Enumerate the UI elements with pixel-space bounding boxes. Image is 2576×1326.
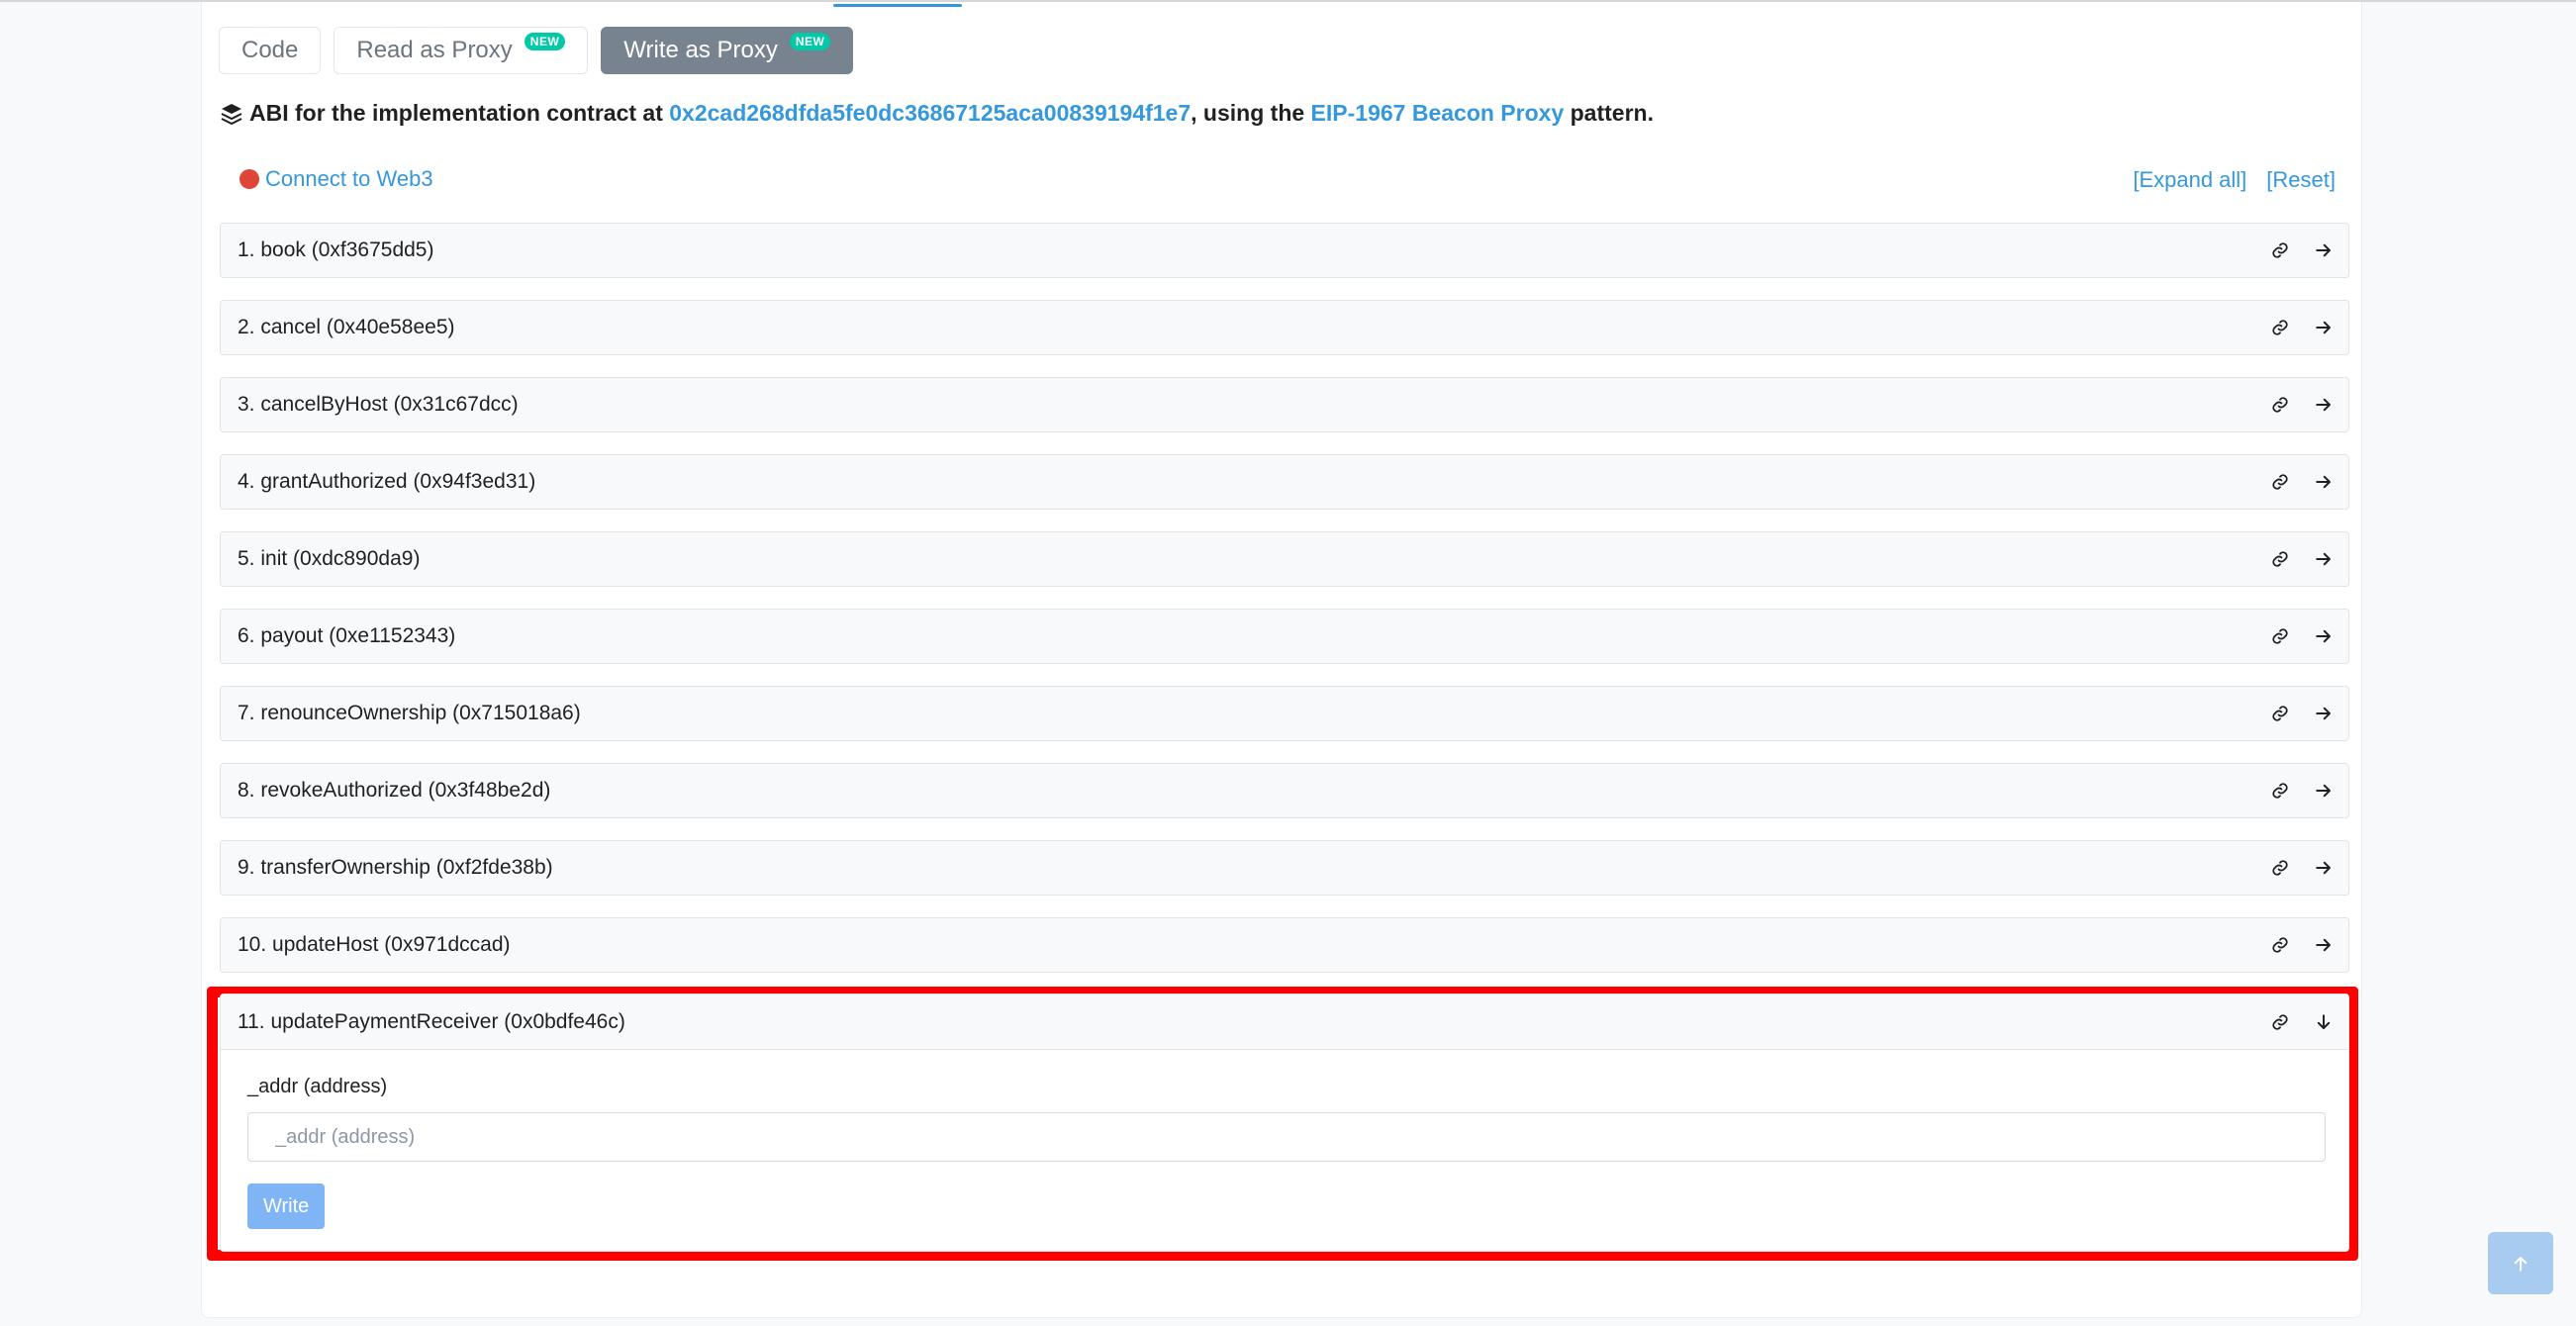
tab-write-as-proxy[interactable]: Write as Proxy NEW (601, 27, 854, 74)
link-icon[interactable] (2271, 550, 2289, 568)
proxy-pattern-link[interactable]: EIP-1967 Beacon Proxy (1311, 100, 1565, 127)
tab-read-as-proxy-label: Read as Proxy (356, 37, 513, 63)
tab-read-as-proxy[interactable]: Read as Proxy NEW (334, 27, 589, 74)
expanded-function-header[interactable]: 11. updatePaymentReceiver (0x0bdfe46c) (221, 994, 2348, 1050)
function-row[interactable]: 3. cancelByHost (0x31c67dcc) (220, 377, 2349, 432)
function-row[interactable]: 4. grantAuthorized (0x94f3ed31) (220, 454, 2349, 510)
function-row[interactable]: 2. cancel (0x40e58ee5) (220, 300, 2349, 355)
expanded-function-panel: 11. updatePaymentReceiver (0x0bdfe46c) _… (220, 994, 2349, 1252)
param-label: _addr (address) (247, 1076, 388, 1097)
link-icon[interactable] (2271, 319, 2289, 336)
implementation-address-link[interactable]: 0x2cad268dfda5fe0dc36867125aca00839194f1… (669, 100, 1191, 127)
arrow-right-icon[interactable] (2315, 859, 2333, 877)
arrow-right-icon[interactable] (2315, 705, 2333, 722)
function-name: 11. updatePaymentReceiver (0x0bdfe46c) (238, 1009, 625, 1033)
arrow-right-icon[interactable] (2315, 396, 2333, 414)
function-row[interactable]: 1. book (0xf3675dd5) (220, 223, 2349, 278)
function-name: 2. cancel (0x40e58ee5) (238, 316, 455, 338)
list-controls: [Expand all] [Reset] (2133, 167, 2336, 193)
function-name: 6. payout (0xe1152343) (238, 624, 456, 647)
tab-write-as-proxy-label: Write as Proxy (623, 37, 778, 63)
reset-link[interactable]: [Reset] (2266, 167, 2336, 193)
arrow-right-icon[interactable] (2315, 627, 2333, 645)
link-icon[interactable] (2271, 241, 2289, 259)
link-icon[interactable] (2271, 782, 2289, 800)
function-row[interactable]: 8. revokeAuthorized (0x3f48be2d) (220, 763, 2349, 818)
contract-tabs: Code Read as Proxy NEW Write as Proxy NE… (219, 27, 854, 74)
tab-code[interactable]: Code (219, 27, 322, 74)
arrow-right-icon[interactable] (2315, 319, 2333, 336)
link-icon[interactable] (2271, 473, 2289, 491)
link-icon[interactable] (2271, 396, 2289, 414)
link-icon[interactable] (2271, 705, 2289, 722)
new-badge: NEW (524, 33, 566, 50)
function-name: 1. book (0xf3675dd5) (238, 238, 434, 261)
abi-prefix: ABI for the implementation contract at (249, 100, 670, 126)
function-row[interactable]: 7. renounceOwnership (0x715018a6) (220, 686, 2349, 741)
function-form: _addr (address) Write (221, 1050, 2348, 1229)
arrow-right-icon[interactable] (2315, 241, 2333, 259)
link-icon[interactable] (2271, 936, 2289, 954)
arrow-right-icon[interactable] (2315, 936, 2333, 954)
abi-middle: , using the (1191, 100, 1311, 126)
abi-suffix: pattern. (1564, 100, 1654, 126)
new-badge: NEW (789, 33, 831, 50)
tab-code-label: Code (241, 37, 299, 63)
arrow-down-icon[interactable] (2315, 1013, 2333, 1031)
expand-all-link[interactable]: [Expand all] (2133, 167, 2246, 193)
function-row[interactable]: 10. updateHost (0x971dccad) (220, 917, 2349, 973)
layers-icon (221, 103, 242, 125)
function-name: 7. renounceOwnership (0x715018a6) (238, 702, 581, 724)
function-name: 8. revokeAuthorized (0x3f48be2d) (238, 779, 551, 802)
function-row[interactable]: 9. transferOwnership (0xf2fde38b) (220, 840, 2349, 896)
function-name: 9. transferOwnership (0xf2fde38b) (238, 856, 553, 879)
link-icon[interactable] (2271, 859, 2289, 877)
arrow-right-icon[interactable] (2315, 782, 2333, 800)
active-tab-underline (833, 4, 962, 7)
arrow-right-icon[interactable] (2315, 473, 2333, 491)
addr-input[interactable] (247, 1112, 2326, 1162)
function-name: 3. cancelByHost (0x31c67dcc) (238, 393, 519, 416)
function-name: 5. init (0xdc890da9) (238, 547, 421, 570)
function-name: 10. updateHost (0x971dccad) (238, 933, 511, 956)
arrow-right-icon[interactable] (2315, 550, 2333, 568)
disconnected-status-dot (239, 169, 259, 189)
abi-description: ABI for the implementation contract at 0… (220, 100, 1654, 127)
connect-web3-label: Connect to Web3 (265, 166, 433, 191)
link-icon[interactable] (2271, 627, 2289, 645)
function-row[interactable]: 6. payout (0xe1152343) (220, 609, 2349, 664)
write-button[interactable]: Write (247, 1184, 326, 1229)
connect-web3-button[interactable]: Connect to Web3 (239, 166, 433, 192)
function-name: 4. grantAuthorized (0x94f3ed31) (238, 470, 536, 493)
function-row[interactable]: 5. init (0xdc890da9) (220, 531, 2349, 587)
back-to-top-button[interactable] (2488, 1232, 2553, 1294)
function-list: 1. book (0xf3675dd5) 2. cancel (0x40e58e… (220, 223, 2349, 994)
arrow-up-icon (2514, 1256, 2528, 1272)
link-icon[interactable] (2271, 1013, 2289, 1031)
